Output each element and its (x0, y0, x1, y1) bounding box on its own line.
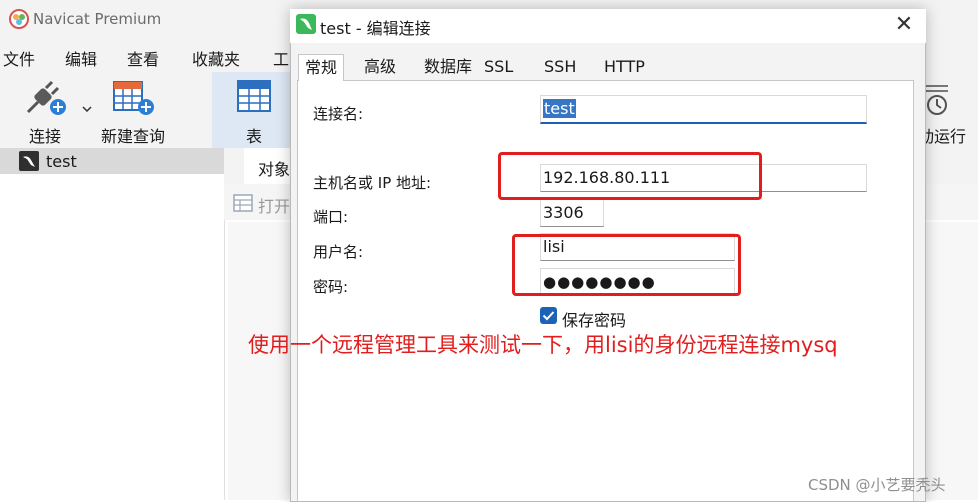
auto-run-icon[interactable] (922, 82, 952, 116)
new-query-icon[interactable] (110, 76, 156, 118)
port-label: 端口: (313, 208, 349, 226)
tab-general[interactable]: 常规 (298, 54, 345, 81)
credentials-highlight-box (512, 234, 741, 296)
open-table-icon[interactable] (233, 193, 253, 213)
table-icon[interactable] (236, 78, 272, 114)
menu-file[interactable]: 文件 (3, 46, 35, 70)
tab-ssh[interactable]: SSH (538, 54, 582, 80)
sidebar (0, 148, 225, 500)
mysql-connection-icon (296, 14, 316, 34)
app-title: Navicat Premium (33, 10, 162, 28)
dialog-title: test - 编辑连接 (320, 19, 431, 38)
connect-button[interactable]: 连接 (29, 123, 61, 147)
connection-name-field[interactable]: test (540, 95, 867, 124)
username-label: 用户名: (313, 243, 364, 261)
connection-icon (19, 151, 39, 171)
host-label: 主机名或 IP 地址: (313, 174, 432, 192)
tab-ssl[interactable]: SSL (478, 54, 519, 80)
menu-favorites[interactable]: 收藏夹 (192, 46, 240, 70)
watermark: CSDN @小艺要秃头 (808, 476, 946, 494)
save-password-checkbox[interactable] (540, 307, 557, 324)
menu-view[interactable]: 查看 (127, 46, 159, 70)
new-query-button[interactable]: 新建查询 (101, 123, 165, 147)
tab-advanced[interactable]: 高级 (358, 54, 402, 80)
tab-objects-label: 对象 (258, 160, 291, 179)
connection-name-value: test (543, 99, 576, 118)
navicat-logo-icon (9, 9, 29, 29)
connect-dropdown-icon[interactable] (82, 106, 92, 112)
menu-edit[interactable]: 编辑 (65, 46, 97, 70)
table-button[interactable]: 表 (246, 123, 262, 147)
save-password-label: 保存密码 (562, 311, 627, 330)
close-icon[interactable]: ✕ (890, 10, 918, 40)
annotation-text: 使用一个远程管理工具来测试一下，用lisi的身份远程连接mysq (248, 333, 838, 357)
menu-tools[interactable]: 工 (273, 46, 289, 70)
tab-databases[interactable]: 数据库 (418, 54, 478, 80)
port-field[interactable]: 3306 (540, 199, 604, 227)
sidebar-item-label: test (46, 152, 77, 171)
password-label: 密码: (313, 278, 349, 296)
open-button[interactable]: 打开 (258, 193, 290, 217)
tab-http[interactable]: HTTP (598, 54, 651, 80)
checkmark-icon (542, 311, 555, 321)
host-highlight-box (498, 152, 762, 200)
connect-plug-icon[interactable] (22, 78, 68, 118)
connection-name-label: 连接名: (313, 105, 364, 123)
